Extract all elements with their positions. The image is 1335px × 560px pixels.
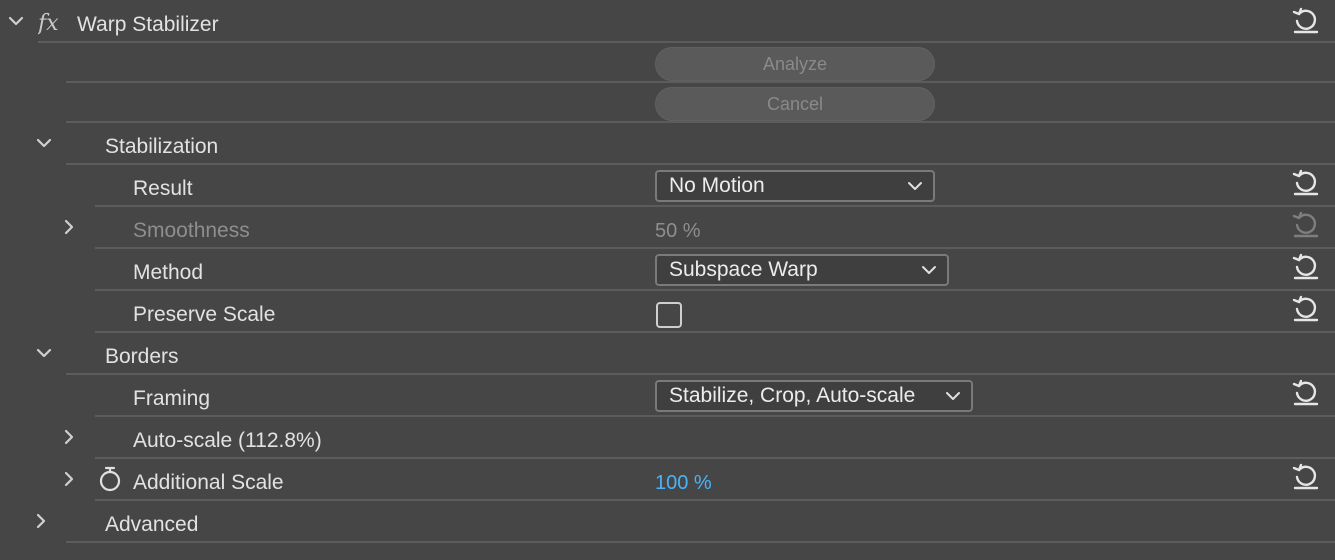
chevron-down-icon xyxy=(946,392,960,400)
divider xyxy=(95,205,1335,207)
divider xyxy=(66,81,1335,83)
divider xyxy=(66,373,1335,375)
divider xyxy=(95,499,1335,501)
divider xyxy=(66,163,1335,165)
smoothness-value[interactable]: 50 % xyxy=(655,218,701,244)
collapse-effect-chevron-down-icon[interactable] xyxy=(6,11,26,31)
param-label-auto-scale: Auto-scale (112.8%) xyxy=(133,429,322,452)
divider xyxy=(95,331,1335,333)
collapse-borders-chevron-down-icon[interactable] xyxy=(34,343,54,363)
divider xyxy=(95,289,1335,291)
chevron-down-icon xyxy=(922,266,936,274)
divider xyxy=(95,247,1335,249)
fx-label: fx xyxy=(38,11,59,36)
reset-icon[interactable] xyxy=(1291,293,1321,323)
effect-title: Warp Stabilizer xyxy=(77,13,219,36)
param-label-result: Result xyxy=(133,177,193,200)
reset-icon xyxy=(1291,209,1321,239)
result-dropdown[interactable]: No Motion xyxy=(655,170,935,202)
divider xyxy=(66,541,1335,543)
expand-auto-scale-chevron-right-icon[interactable] xyxy=(59,427,79,447)
reset-icon[interactable] xyxy=(1291,251,1321,281)
divider xyxy=(66,121,1335,123)
framing-dropdown-value: Stabilize, Crop, Auto-scale xyxy=(669,384,916,407)
expand-additional-scale-chevron-right-icon[interactable] xyxy=(59,469,79,489)
reset-icon[interactable] xyxy=(1291,167,1321,197)
result-dropdown-value: No Motion xyxy=(669,174,765,197)
chevron-down-icon xyxy=(908,182,922,190)
section-advanced: Advanced xyxy=(105,513,199,536)
divider xyxy=(95,415,1335,417)
divider xyxy=(95,457,1335,459)
additional-scale-value[interactable]: 100 % xyxy=(655,470,712,496)
reset-icon[interactable] xyxy=(1291,461,1321,491)
analyze-button[interactable]: Analyze xyxy=(655,47,935,81)
collapse-stabilization-chevron-down-icon[interactable] xyxy=(34,133,54,153)
param-label-additional-scale: Additional Scale xyxy=(133,471,284,494)
stopwatch-icon[interactable] xyxy=(97,465,123,493)
fx-icon[interactable]: fx xyxy=(36,8,64,38)
section-stabilization: Stabilization xyxy=(105,135,219,158)
reset-icon[interactable] xyxy=(1291,377,1321,407)
param-label-method: Method xyxy=(133,261,204,284)
divider xyxy=(38,41,1335,43)
framing-dropdown[interactable]: Stabilize, Crop, Auto-scale xyxy=(655,380,973,412)
preserve-scale-checkbox[interactable] xyxy=(656,302,682,328)
param-label-framing: Framing xyxy=(133,387,211,410)
expand-smoothness-chevron-right-icon[interactable] xyxy=(59,217,79,237)
param-label-preserve-scale: Preserve Scale xyxy=(133,303,276,326)
param-label-smoothness: Smoothness xyxy=(133,219,250,242)
reset-icon[interactable] xyxy=(1291,5,1321,35)
method-dropdown-value: Subspace Warp xyxy=(669,258,818,281)
cancel-button[interactable]: Cancel xyxy=(655,87,935,121)
section-borders: Borders xyxy=(105,345,179,368)
method-dropdown[interactable]: Subspace Warp xyxy=(655,254,949,286)
expand-advanced-chevron-right-icon[interactable] xyxy=(31,511,51,531)
